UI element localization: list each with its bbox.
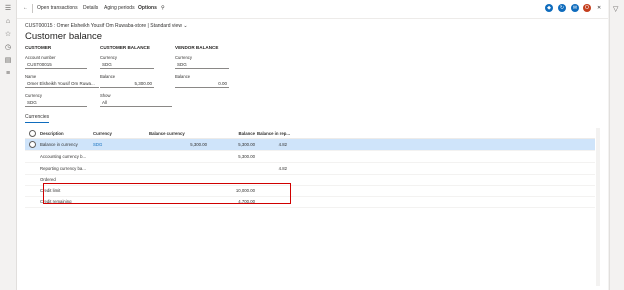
grid-scrollbar[interactable]	[596, 128, 600, 286]
tab-currencies[interactable]: Currencies	[25, 114, 50, 123]
customer-section-header: CUSTOMER	[25, 45, 52, 50]
row-select-radio[interactable]	[29, 141, 36, 148]
vendor-currency-field[interactable]: SDG	[175, 61, 229, 69]
home-icon[interactable]: ⌂	[4, 18, 12, 26]
select-all-radio[interactable]	[29, 130, 36, 137]
balance-currency-field[interactable]: SDG	[100, 61, 154, 69]
vendor-balance-section-header: VENDOR BALANCE	[175, 45, 219, 50]
balance-currency-label: Currency	[100, 55, 117, 60]
vendor-balance-field[interactable]: 0.00	[175, 80, 229, 88]
table-row[interactable]: Balance in currency SDG 5,300.00 5,300.0…	[25, 139, 595, 151]
cell-balance-in-reporting: 4.82	[278, 166, 287, 171]
customer-currency-field[interactable]: SDG	[25, 99, 87, 107]
cell-balance-currency: 5,300.00	[190, 142, 207, 147]
aging-periods-button[interactable]: Aging periods	[104, 5, 135, 11]
list-icon[interactable]: ≡	[4, 70, 12, 78]
column-header-balance-currency[interactable]: Balance currency	[149, 131, 185, 136]
customer-currency-label: Currency	[25, 93, 42, 98]
show-dropdown[interactable]: All	[100, 99, 172, 107]
vendor-currency-label: Currency	[175, 55, 192, 60]
customer-balance-section-header: CUSTOMER BALANCE	[100, 45, 150, 50]
right-action-bar: ▽	[609, 0, 624, 290]
name-field[interactable]: Omer Elsheikh Yousif Om Ruwa...	[25, 80, 99, 88]
column-header-description[interactable]: Description	[40, 131, 64, 136]
toolbar-divider	[32, 4, 33, 13]
cell-currency-link[interactable]: SDG	[93, 142, 102, 147]
hamburger-icon[interactable]: ☰	[4, 5, 12, 13]
diamond-icon[interactable]: ◆	[545, 4, 553, 12]
chat-icon[interactable]: ✉	[571, 4, 579, 12]
clock-icon[interactable]: ◷	[4, 44, 12, 52]
office-icon[interactable]: O	[583, 4, 591, 12]
cell-description: Balance in currency	[40, 142, 78, 147]
star-icon[interactable]: ☆	[4, 31, 12, 39]
action-pane: ← Open transactions Details Aging period…	[17, 0, 608, 19]
refresh-icon[interactable]: ↻	[558, 4, 566, 12]
cell-description: Ordered	[40, 177, 56, 182]
details-button[interactable]: Details	[83, 5, 98, 11]
options-tab[interactable]: Options	[138, 5, 157, 11]
show-label: Show	[100, 93, 111, 98]
grid-header-row: Description Currency Balance currency Ba…	[25, 128, 595, 139]
vendor-balance-label: Balance	[175, 74, 191, 79]
balance-label: Balance	[100, 74, 116, 79]
left-navigation-bar: ☰ ⌂ ☆ ◷ ▤ ≡	[0, 0, 17, 290]
search-icon[interactable]: ⚲	[161, 5, 165, 11]
annotation-highlight-box	[43, 183, 291, 204]
breadcrumb: CUST00015 : Omer Elsheikh Yousif Om Ruwa…	[25, 23, 188, 29]
column-header-balance-in-reporting[interactable]: Balance in rep...	[257, 131, 290, 136]
account-number-field[interactable]: CUST00015	[25, 61, 87, 69]
back-arrow-icon[interactable]: ←	[23, 5, 28, 11]
page-title: Customer balance	[25, 31, 103, 42]
cell-balance: 5,300.00	[238, 154, 255, 159]
account-number-label: Account number	[25, 55, 56, 60]
cell-description: Accounting currency b...	[40, 154, 87, 159]
filter-icon[interactable]: ▽	[613, 5, 618, 13]
balance-field[interactable]: 5,300.00	[100, 80, 154, 88]
cell-balance-in-reporting: 4.82	[278, 142, 287, 147]
table-row[interactable]: Accounting currency b... 5,300.00	[25, 151, 595, 163]
cell-description: Reporting currency ba...	[40, 166, 86, 171]
name-label: Name	[25, 74, 37, 79]
breadcrumb-text: CUST00015 : Omer Elsheikh Yousif Om Ruwa…	[25, 23, 182, 29]
column-header-balance[interactable]: Balance	[215, 131, 255, 136]
modules-icon[interactable]: ▤	[4, 57, 12, 65]
cell-balance: 5,300.00	[238, 142, 255, 147]
column-header-currency[interactable]: Currency	[93, 131, 112, 136]
open-transactions-button[interactable]: Open transactions	[37, 5, 78, 11]
main-content: ← Open transactions Details Aging period…	[17, 0, 608, 290]
close-icon[interactable]: ✕	[597, 5, 601, 11]
chevron-down-icon[interactable]: ⌄	[183, 23, 187, 29]
